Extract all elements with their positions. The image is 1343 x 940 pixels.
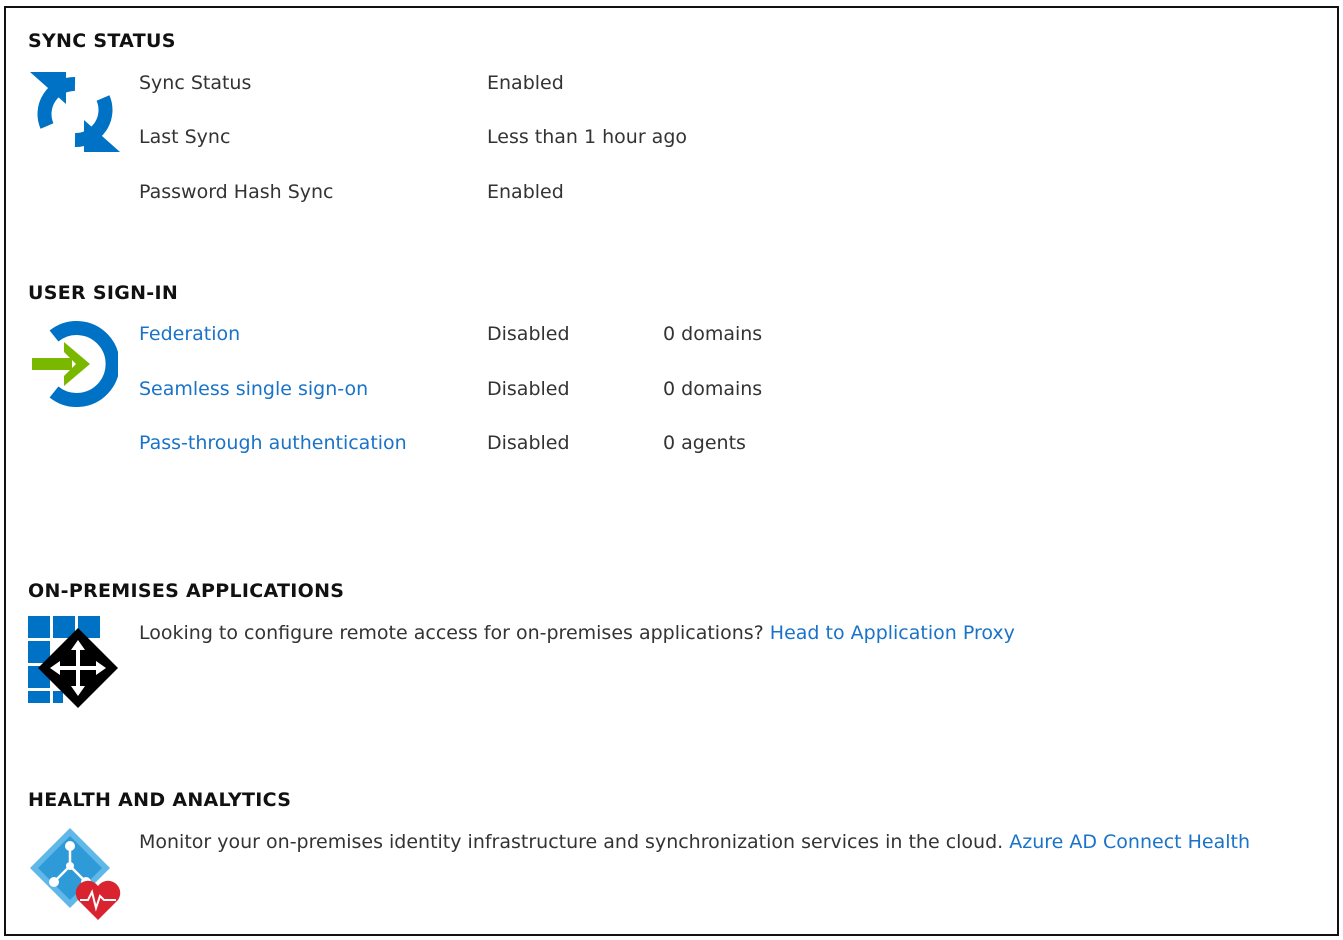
sync-status-value: Enabled [487, 72, 564, 94]
sign-in-icon [28, 318, 120, 414]
pass-through-auth-count: 0 agents [663, 432, 746, 454]
health-text: Monitor your on-premises identity infras… [139, 831, 1004, 853]
sync-icon [28, 64, 122, 164]
seamless-sso-link[interactable]: Seamless single sign-on [139, 378, 368, 400]
status-panel: SYNC STATUS Sync Status Enabled Last Syn… [4, 6, 1339, 936]
seamless-sso-status: Disabled [487, 378, 570, 400]
pass-through-auth-status: Disabled [487, 432, 570, 454]
application-proxy-link[interactable]: Head to Application Proxy [770, 622, 1015, 644]
health-analytics-heading: HEALTH AND ANALYTICS [28, 789, 292, 811]
last-sync-value: Less than 1 hour ago [487, 126, 688, 148]
federation-status: Disabled [487, 323, 570, 345]
user-sign-in-heading: USER SIGN-IN [28, 282, 179, 304]
connect-health-link[interactable]: Azure AD Connect Health [1009, 831, 1250, 853]
health-description: Monitor your on-premises identity infras… [139, 831, 1250, 853]
last-sync-label: Last Sync [139, 126, 231, 148]
password-hash-sync-label: Password Hash Sync [139, 181, 334, 203]
on-premises-heading: ON-PREMISES APPLICATIONS [28, 580, 345, 602]
seamless-sso-count: 0 domains [663, 378, 763, 400]
pass-through-auth-link[interactable]: Pass-through authentication [139, 432, 407, 454]
on-premises-description: Looking to configure remote access for o… [139, 622, 1015, 644]
federation-link[interactable]: Federation [139, 323, 240, 345]
password-hash-sync-value: Enabled [487, 181, 564, 203]
sync-status-heading: SYNC STATUS [28, 30, 176, 52]
on-premises-text: Looking to configure remote access for o… [139, 622, 764, 644]
federation-count: 0 domains [663, 323, 763, 345]
sync-status-label: Sync Status [139, 72, 252, 94]
application-proxy-icon [28, 616, 122, 714]
connect-health-icon [28, 826, 124, 926]
